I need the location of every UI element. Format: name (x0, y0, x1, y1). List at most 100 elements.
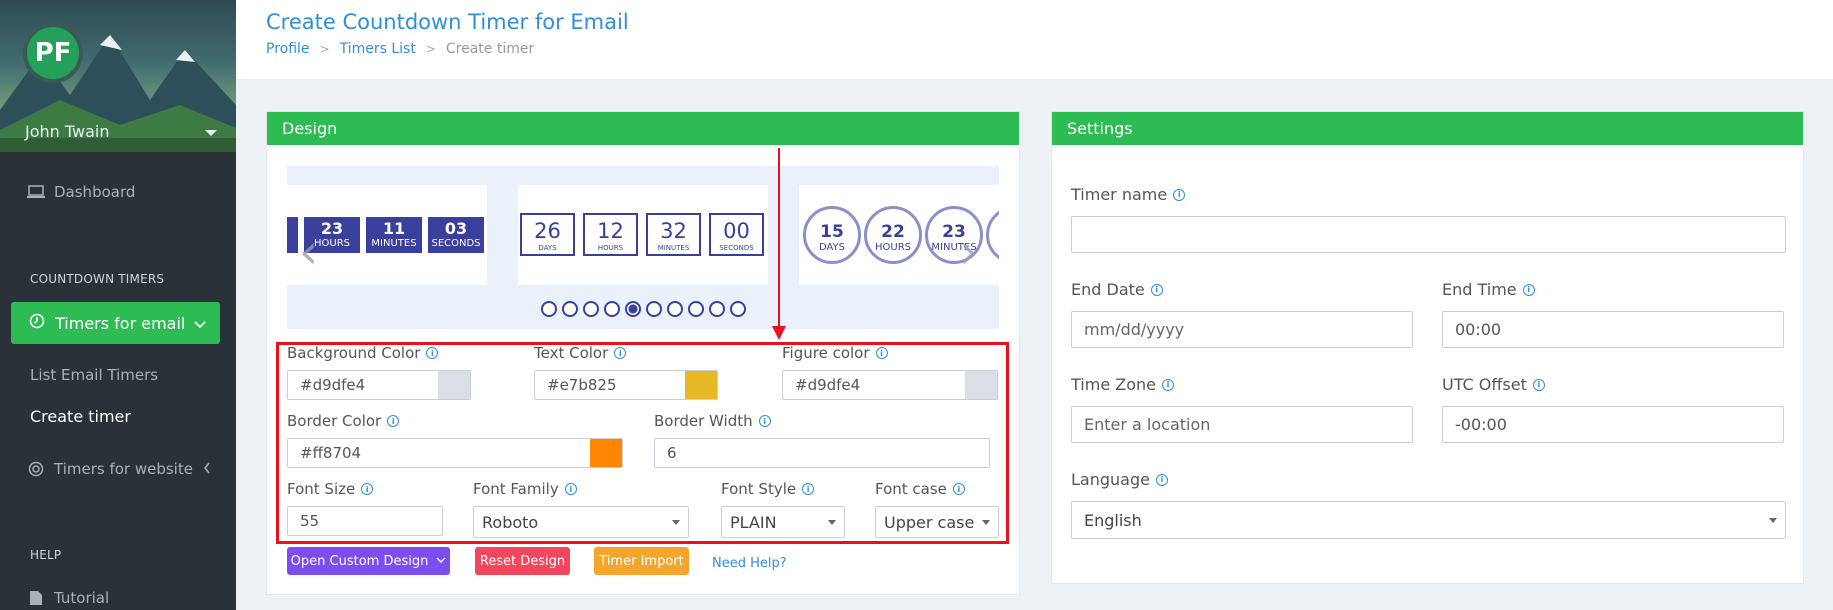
reset-design-button[interactable]: Reset Design (475, 547, 570, 575)
design-panel-title: Design (267, 112, 1019, 145)
template-outlined-seconds: 00 SECONDS (709, 213, 764, 256)
end-time-input[interactable]: 00:00 (1442, 311, 1784, 348)
timer-number: 12 (597, 219, 624, 243)
select-value: English (1084, 510, 1142, 530)
end-date-input[interactable]: mm/dd/yyyy (1071, 311, 1413, 348)
time-zone-input[interactable]: Enter a location (1071, 406, 1413, 443)
template-circle-seconds: S (986, 206, 999, 264)
template-outlined[interactable]: 26 DAYS 12 HOURS 32 MINUTES 00 SECONDS (518, 185, 768, 285)
sidebar-item-timers-email[interactable]: Timers for email (11, 302, 220, 344)
timer-import-button[interactable]: Timer Import (594, 547, 689, 575)
sidebar-profile-banner: PF John Twain (0, 0, 236, 152)
carousel-dot[interactable] (603, 301, 620, 317)
template-square-partial (287, 217, 298, 253)
carousel-dot-active[interactable] (624, 301, 641, 317)
carousel-dot[interactable] (561, 301, 578, 317)
carousel-dot[interactable] (729, 301, 746, 317)
sidebar-item-tutorial[interactable]: Tutorial (26, 589, 109, 607)
template-outlined-days: 26 DAYS (520, 213, 575, 256)
timer-name-input[interactable] (1071, 216, 1786, 253)
settings-panel-title: Settings (1052, 112, 1803, 145)
carousel-prev-icon[interactable]: ‹ (299, 228, 327, 276)
utc-offset-input[interactable]: -00:00 (1442, 406, 1784, 443)
carousel-dots (287, 301, 999, 317)
label-text: Time Zone (1071, 375, 1156, 394)
carousel-dot[interactable] (687, 301, 704, 317)
template-circle-days: 15 DAYS (803, 206, 861, 264)
page-title: Create Countdown Timer for Email (266, 10, 629, 34)
annotation-arrow-line (778, 148, 780, 336)
sidebar-item-label: Timers for website (54, 460, 193, 478)
carousel-dot[interactable] (708, 301, 725, 317)
document-icon (26, 590, 46, 606)
time-zone-label: Time Zone i (1071, 375, 1174, 394)
sidebar-item-timers-website[interactable]: Timers for website (26, 460, 211, 478)
timer-number: 32 (660, 219, 687, 243)
label-text: UTC Offset (1442, 375, 1527, 394)
laptop-icon (26, 185, 46, 199)
breadcrumb-timers-list[interactable]: Timers List (340, 41, 416, 57)
timer-unit: HOURS (597, 244, 624, 252)
target-icon (26, 461, 46, 477)
info-icon[interactable]: i (1173, 188, 1186, 201)
sidebar-item-label: Dashboard (54, 183, 136, 201)
chevron-right-icon: > (425, 42, 436, 56)
user-name[interactable]: John Twain (25, 122, 109, 141)
page-header: Create Countdown Timer for Email Profile… (236, 0, 1833, 80)
template-circle-hours: 22 HOURS (864, 206, 922, 264)
template-square-minutes: 11 MINUTES (366, 217, 422, 253)
carousel-dot[interactable] (582, 301, 599, 317)
label-text: End Time (1442, 280, 1517, 299)
template-outlined-minutes: 32 MINUTES (646, 213, 701, 256)
need-help-link[interactable]: Need Help? (712, 556, 787, 571)
breadcrumb-current: Create timer (445, 41, 535, 57)
info-icon[interactable]: i (1150, 283, 1163, 296)
chevron-left-icon (203, 460, 211, 478)
carousel-dot[interactable] (645, 301, 662, 317)
open-custom-design-button[interactable]: Open Custom Design (287, 547, 450, 575)
sidebar-item-dashboard[interactable]: Dashboard (26, 183, 135, 201)
timer-number: 03 (444, 219, 468, 238)
end-time-label: End Time i (1442, 280, 1535, 299)
carousel-next-icon[interactable]: › (959, 228, 987, 276)
utc-offset-label: UTC Offset i (1442, 375, 1545, 394)
sidebar-item-label: Timers for email (55, 313, 186, 333)
timer-unit: DAYS (818, 242, 846, 253)
user-menu-caret-icon[interactable] (205, 130, 217, 136)
timer-unit: MINUTES (657, 244, 690, 252)
timer-unit: SECONDS (719, 244, 754, 252)
chevron-down-icon (436, 554, 446, 569)
info-icon[interactable]: i (1522, 283, 1535, 296)
breadcrumb-profile[interactable]: Profile (266, 41, 310, 57)
avatar[interactable]: PF (23, 23, 83, 83)
annotation-arrow-head-icon (772, 326, 786, 340)
info-icon[interactable]: i (1532, 378, 1545, 391)
info-icon[interactable]: i (1161, 378, 1174, 391)
button-label: Open Custom Design (290, 553, 429, 569)
template-square-seconds: 03 SECONDS (428, 217, 484, 253)
timer-unit: DAYS (538, 244, 557, 252)
info-icon[interactable]: i (1155, 473, 1168, 486)
language-label: Language i (1071, 470, 1168, 489)
template-carousel[interactable]: 23 HOURS 11 MINUTES 03 SECONDS 26 DAYS 1… (287, 166, 999, 329)
settings-panel: Settings Timer name i End Date i mm/dd/yyy… (1051, 111, 1804, 584)
template-outlined-hours: 12 HOURS (583, 213, 638, 256)
timer-unit: SECONDS (431, 238, 481, 249)
sidebar-item-list-email-timers[interactable]: List Email Timers (30, 366, 158, 384)
sidebar-item-label: Tutorial (54, 589, 110, 607)
timer-number: 22 (881, 222, 905, 242)
timer-unit: MINUTES (371, 238, 417, 249)
breadcrumb: Profile > Timers List > Create timer (266, 41, 534, 57)
chevron-down-icon (194, 315, 206, 334)
sidebar: PF John Twain Dashboard COUNTDOWN TIMERS… (0, 0, 236, 610)
timer-number: 11 (382, 219, 406, 238)
timer-name-label: Timer name i (1071, 185, 1186, 204)
sidebar-item-create-timer[interactable]: Create timer (30, 407, 131, 426)
label-text: Language (1071, 470, 1150, 489)
timer-unit: S (989, 222, 999, 234)
language-select[interactable]: English (1071, 501, 1786, 539)
carousel-dot[interactable] (540, 301, 557, 317)
chevron-right-icon: > (319, 42, 330, 56)
timer-number: 26 (534, 219, 561, 243)
carousel-dot[interactable] (666, 301, 683, 317)
